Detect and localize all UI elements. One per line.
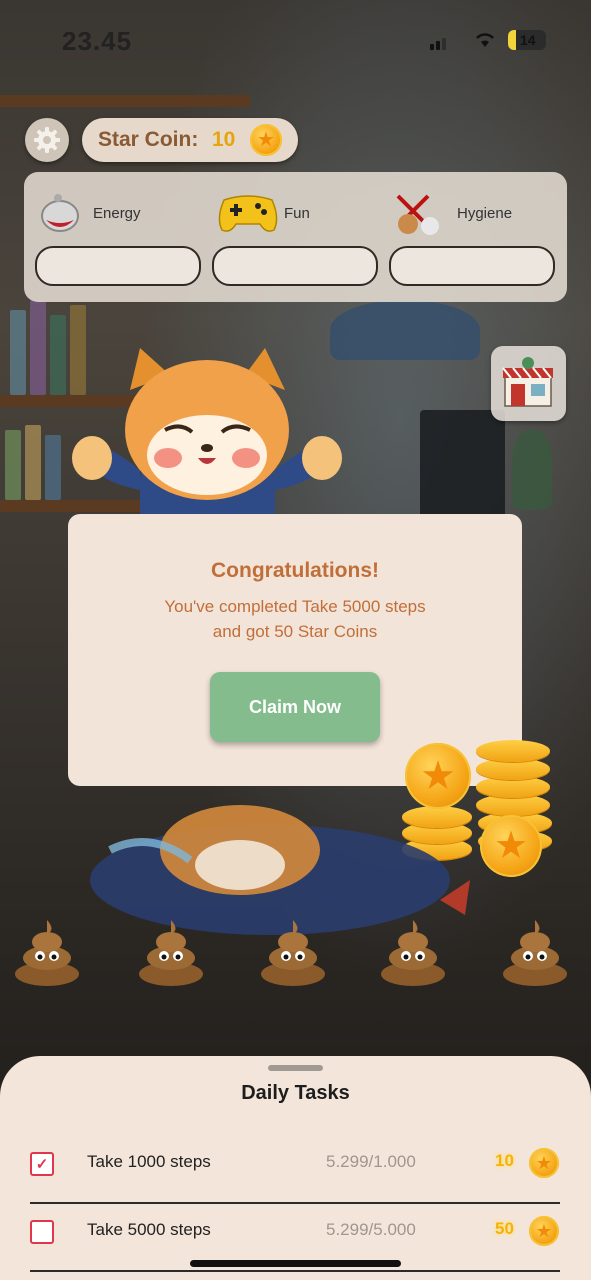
star-coin-icon: ★ — [529, 1148, 559, 1178]
wifi-icon — [474, 32, 496, 48]
fun-label: Fun — [284, 205, 310, 222]
task-reward: 50 — [495, 1219, 514, 1238]
hygiene-label: Hygiene — [457, 205, 513, 222]
poop-icon[interactable] — [258, 912, 328, 986]
task-name: Take 5000 steps — [87, 1220, 211, 1239]
settings-button[interactable] — [25, 118, 69, 162]
poop-icon[interactable] — [12, 912, 82, 986]
signal-icon — [430, 36, 448, 50]
star-coin-value: 10 — [212, 128, 236, 151]
shop-icon — [502, 357, 553, 407]
star-coin-icon: ★ — [529, 1216, 559, 1246]
star-coin-label: Star Coin: — [98, 128, 199, 151]
task-checkbox-checked[interactable]: ✓ — [30, 1152, 54, 1176]
fun-bar — [212, 246, 378, 286]
book — [25, 425, 41, 500]
coin-stack-piece — [476, 740, 550, 762]
star-coin-icon: ★ — [480, 815, 542, 877]
broom-icon — [388, 190, 450, 241]
task-row: ✓ Take 1000 steps 5.299/1.000 10 ★ — [30, 1138, 560, 1204]
task-progress: 5.299/5.000 — [326, 1220, 416, 1239]
book — [50, 315, 66, 395]
divider — [30, 1270, 560, 1272]
plant — [512, 430, 552, 510]
battery-level: 14 — [520, 32, 536, 48]
daily-tasks-sheet: Daily Tasks ✓ Take 1000 steps 5.299/1.00… — [0, 1056, 591, 1280]
book — [5, 430, 21, 500]
dialog-title: Congratulations! — [211, 559, 379, 582]
poop-icon[interactable] — [378, 912, 448, 986]
daily-tasks-title: Daily Tasks — [241, 1082, 350, 1104]
book — [45, 435, 61, 500]
task-reward: 10 — [495, 1151, 514, 1170]
poop-icon[interactable] — [500, 912, 570, 986]
checkmark-icon: ✓ — [35, 1156, 49, 1173]
dark-window — [420, 410, 505, 520]
gamepad-icon — [216, 192, 280, 239]
task-checkbox-unchecked[interactable] — [30, 1220, 54, 1244]
status-bar: 23.45 14 — [0, 22, 591, 62]
claim-now-button[interactable]: Claim Now — [210, 672, 380, 742]
book — [10, 310, 26, 395]
pet-fox-character[interactable] — [70, 340, 345, 530]
pet-stats-panel: Energy Fun Hygiene — [24, 172, 567, 302]
battery-icon: 14 — [508, 30, 546, 50]
task-progress: 5.299/1.000 — [326, 1152, 416, 1171]
book — [30, 300, 46, 395]
reward-dialog: Congratulations! You've completed Take 5… — [68, 514, 522, 786]
sheet-drag-handle[interactable] — [268, 1065, 323, 1071]
meat-icon — [38, 190, 82, 239]
poop-icon[interactable] — [136, 912, 206, 986]
status-time: 23.45 — [62, 26, 133, 56]
shelf — [0, 95, 250, 107]
lamp — [330, 300, 480, 360]
shop-button[interactable] — [491, 346, 566, 421]
dialog-message: You've completed Take 5000 steps and got… — [68, 594, 522, 644]
energy-bar — [35, 246, 201, 286]
gear-icon — [34, 127, 60, 153]
task-row: Take 5000 steps 5.299/5.000 50 ★ — [30, 1206, 560, 1272]
star-coin-icon: ★ — [250, 124, 282, 156]
dialog-message-line: and got 50 Star Coins — [212, 622, 378, 641]
energy-label: Energy — [93, 205, 141, 222]
task-name: Take 1000 steps — [87, 1152, 211, 1171]
dialog-message-line: You've completed Take 5000 steps — [164, 597, 426, 616]
hygiene-bar — [389, 246, 555, 286]
divider — [30, 1202, 560, 1204]
home-indicator[interactable] — [190, 1260, 401, 1267]
star-coin-counter: Star Coin: 10 ★ — [82, 118, 298, 162]
